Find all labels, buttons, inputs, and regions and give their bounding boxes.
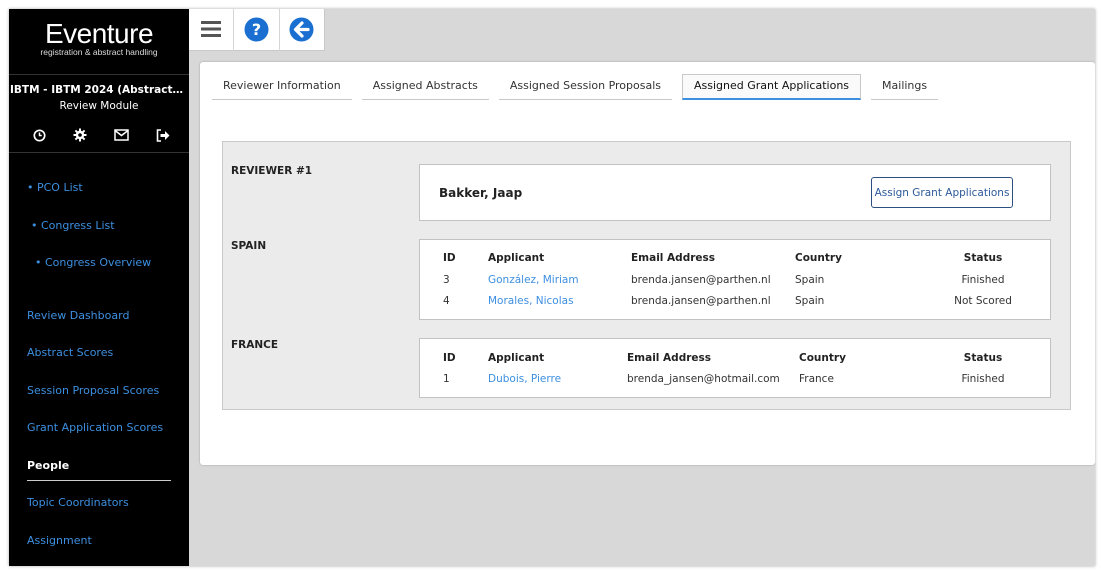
cell-status: Finished [961,373,1005,385]
column-header-status: Status [963,352,1003,364]
cell-status: Not Scored [954,295,1012,307]
active-item-underline [27,480,171,481]
divider [279,9,280,51]
cell-email: brenda.jansen@parthen.nl [631,274,771,286]
tab-assigned-grant-applications[interactable]: Assigned Grant Applications [682,74,862,100]
envelope-icon[interactable] [114,127,130,143]
tab-reviewer-information[interactable]: Reviewer Information [212,74,352,100]
applicant-link[interactable]: González, Miriam [488,274,579,286]
reviewer-label: REVIEWER #1 [231,165,313,177]
reviewer-name: Bakker, Jaap [439,186,523,200]
column-header-country: Country [795,252,842,264]
cell-status: Finished [961,274,1005,286]
help-icon[interactable]: ? [242,15,270,43]
app-window: Eventure registration & abstract handlin… [9,9,1095,566]
tab-assigned-session-proposals[interactable]: Assigned Session Proposals [498,74,673,100]
logo-main: Eventure [44,18,154,49]
sidebar-item-pco-list[interactable]: • PCO List [27,181,83,194]
sidebar: Eventure registration & abstract handlin… [9,9,189,566]
svg-text:?: ? [251,20,260,39]
logo-tagline: registration & abstract handling [40,47,158,57]
column-header-id: ID [443,252,456,264]
cell-email: brenda.jansen@parthen.nl [631,295,771,307]
sidebar-item-session-proposal-scores[interactable]: Session Proposal Scores [27,384,159,397]
applicant-link[interactable]: Morales, Nicolas [488,295,574,307]
event-title: IBTM - IBTM 2024 (Abstracts & Papers) [10,84,189,96]
sign-out-icon[interactable] [155,127,171,143]
group-table-france: ID Applicant Email Address Country Statu… [419,338,1051,398]
cell-id: 3 [443,274,450,286]
sidebar-item-topic-coordinators[interactable]: Topic Coordinators [27,496,129,509]
column-header-email: Email Address [627,352,712,364]
group-label-spain: SPAIN [231,240,267,252]
main-card: Reviewer Information Assigned Abstracts … [200,62,1095,465]
column-header-country: Country [799,352,846,364]
toolbar: ? [189,9,325,51]
gear-icon[interactable] [72,127,88,143]
cell-country: Spain [795,295,825,307]
clock-icon[interactable] [31,127,47,143]
cell-id: 4 [443,295,450,307]
cell-email: brenda_jansen@hotmail.com [627,373,780,385]
sidebar-item-review-dashboard[interactable]: Review Dashboard [27,309,129,322]
assign-grant-applications-button[interactable]: Assign Grant Applications [871,177,1013,208]
module-name: Review Module [59,100,139,112]
group-label-france: FRANCE [231,339,279,351]
cell-id: 1 [443,373,450,385]
reviewer-box: Bakker, Jaap Assign Grant Applications [419,164,1051,221]
sidebar-item-people[interactable]: People [27,459,69,472]
tab-bar: Reviewer Information Assigned Abstracts … [212,74,948,100]
divider [233,9,234,51]
sidebar-item-grant-application-scores[interactable]: Grant Application Scores [27,421,163,434]
divider [9,74,189,75]
column-header-applicant: Applicant [488,352,545,364]
logo: Eventure registration & abstract handlin… [9,18,189,58]
divider [9,152,189,153]
cell-country: France [799,373,834,385]
column-header-status: Status [963,252,1003,264]
grant-applications-panel: REVIEWER #1 Bakker, Jaap Assign Grant Ap… [222,141,1071,410]
sidebar-item-assignment[interactable]: Assignment [27,534,92,547]
back-arrow-icon[interactable] [287,15,315,43]
sidebar-item-congress-list[interactable]: • Congress List [31,219,115,232]
sidebar-item-congress-overview[interactable]: • Congress Overview [35,256,151,269]
column-header-email: Email Address [631,252,716,264]
cell-country: Spain [795,274,825,286]
tab-assigned-abstracts[interactable]: Assigned Abstracts [361,74,489,100]
column-header-id: ID [443,352,456,364]
group-table-spain: ID Applicant Email Address Country Statu… [419,239,1051,320]
sidebar-icon-row [31,127,171,143]
column-header-applicant: Applicant [488,252,545,264]
sidebar-item-abstract-scores[interactable]: Abstract Scores [27,346,113,359]
tab-mailings[interactable]: Mailings [871,74,939,100]
applicant-link[interactable]: Dubois, Pierre [488,373,561,385]
menu-icon[interactable] [197,15,225,43]
